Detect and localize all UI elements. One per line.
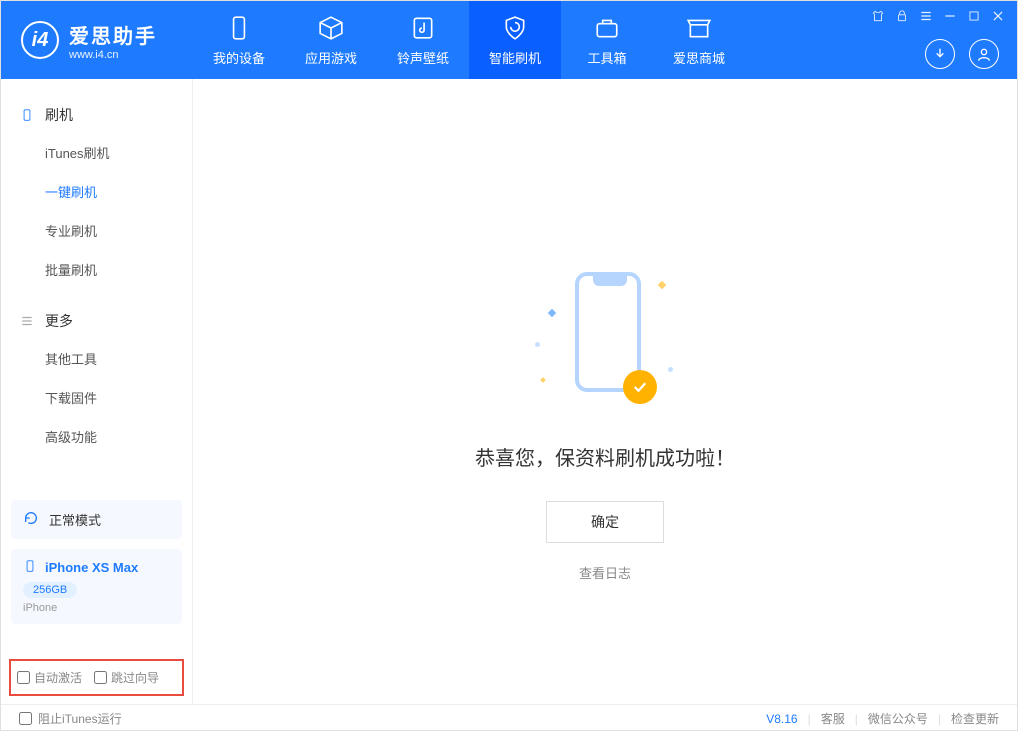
nav-tab-ringtones[interactable]: 铃声壁纸	[377, 1, 469, 79]
sidebar-item-batch-flash[interactable]: 批量刷机	[1, 250, 192, 289]
window-controls	[871, 9, 1005, 23]
success-message: 恭喜您，保资料刷机成功啦！	[475, 442, 735, 471]
shield-icon	[501, 14, 529, 42]
logo-url: www.i4.cn	[69, 49, 157, 61]
sidebar-section-flash: 刷机	[1, 97, 192, 133]
sidebar-item-download-firmware[interactable]: 下载固件	[1, 378, 192, 417]
list-icon	[19, 313, 35, 329]
nav-tab-apps[interactable]: 应用游戏	[285, 1, 377, 79]
menu-icon[interactable]	[919, 9, 933, 23]
main-content: 恭喜您，保资料刷机成功啦！ 确定 查看日志	[193, 79, 1017, 704]
maximize-icon[interactable]	[967, 9, 981, 23]
block-itunes-checkbox[interactable]: 阻止iTunes运行	[19, 710, 122, 727]
download-icon[interactable]	[925, 39, 955, 69]
device-icon	[225, 14, 253, 42]
user-icon[interactable]	[969, 39, 999, 69]
tshirt-icon[interactable]	[871, 9, 885, 23]
check-update-link[interactable]: 检查更新	[951, 710, 999, 727]
logo-title: 爱思助手	[69, 20, 157, 49]
customer-service-link[interactable]: 客服	[821, 710, 845, 727]
wechat-link[interactable]: 微信公众号	[868, 710, 928, 727]
version-label[interactable]: V8.16	[766, 712, 797, 726]
logo[interactable]: i4 爱思助手 www.i4.cn	[1, 20, 193, 61]
phone-icon	[19, 107, 35, 123]
store-icon	[685, 14, 713, 42]
ok-button[interactable]: 确定	[546, 501, 664, 543]
skip-guide-checkbox[interactable]: 跳过向导	[94, 669, 159, 686]
mode-label: 正常模式	[49, 510, 101, 529]
sidebar-item-onekey-flash[interactable]: 一键刷机	[1, 172, 192, 211]
auto-activate-checkbox[interactable]: 自动激活	[17, 669, 82, 686]
music-icon	[409, 14, 437, 42]
nav-tab-flash[interactable]: 智能刷机	[469, 1, 561, 79]
success-illustration	[525, 262, 685, 422]
check-icon	[623, 370, 657, 404]
view-log-link[interactable]: 查看日志	[579, 563, 631, 582]
device-storage-badge: 256GB	[23, 582, 77, 598]
mode-card[interactable]: 正常模式	[11, 500, 182, 539]
toolbox-icon	[593, 14, 621, 42]
device-card[interactable]: iPhone XS Max 256GB iPhone	[11, 549, 182, 624]
nav-tab-toolbox[interactable]: 工具箱	[561, 1, 653, 79]
minimize-icon[interactable]	[943, 9, 957, 23]
highlighted-options-box: 自动激活 跳过向导	[9, 659, 184, 696]
nav-tabs: 我的设备 应用游戏 铃声壁纸 智能刷机 工具箱 爱思商城	[193, 1, 745, 79]
refresh-icon	[23, 510, 39, 529]
sidebar: 刷机 iTunes刷机 一键刷机 专业刷机 批量刷机 更多 其他工具 下载固件 …	[1, 79, 193, 704]
device-name: iPhone XS Max	[45, 560, 138, 575]
device-phone-icon	[23, 559, 37, 576]
logo-icon: i4	[21, 21, 59, 59]
sidebar-item-advanced[interactable]: 高级功能	[1, 417, 192, 456]
sidebar-item-other-tools[interactable]: 其他工具	[1, 339, 192, 378]
device-type: iPhone	[23, 602, 170, 614]
sidebar-item-pro-flash[interactable]: 专业刷机	[1, 211, 192, 250]
close-icon[interactable]	[991, 9, 1005, 23]
lock-icon[interactable]	[895, 9, 909, 23]
cube-icon	[317, 14, 345, 42]
app-header: i4 爱思助手 www.i4.cn 我的设备 应用游戏 铃声壁纸 智能刷机 工具…	[1, 1, 1017, 79]
sidebar-section-more: 更多	[1, 303, 192, 339]
nav-tab-store[interactable]: 爱思商城	[653, 1, 745, 79]
nav-tab-device[interactable]: 我的设备	[193, 1, 285, 79]
status-bar: 阻止iTunes运行 V8.16 | 客服 | 微信公众号 | 检查更新	[1, 704, 1017, 732]
sidebar-item-itunes-flash[interactable]: iTunes刷机	[1, 133, 192, 172]
